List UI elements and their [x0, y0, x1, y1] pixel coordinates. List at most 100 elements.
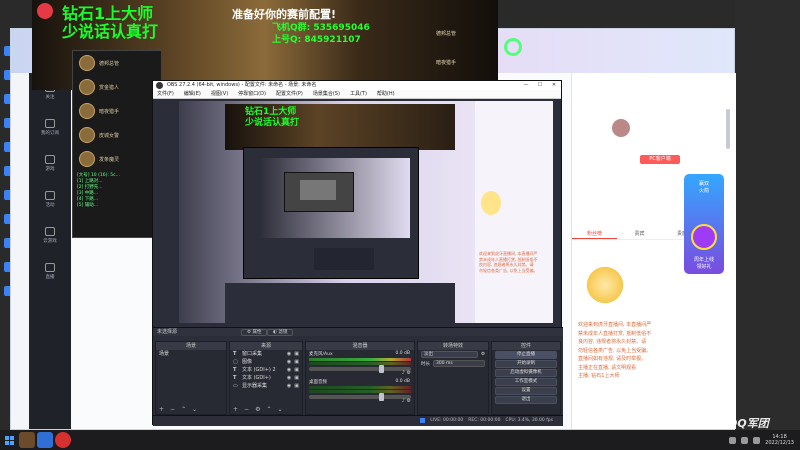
promo-banner[interactable]: 赢双 火箭 周年上线 领好礼 [684, 174, 724, 274]
volume-icon[interactable] [741, 436, 749, 444]
taskbar-app-game[interactable] [19, 432, 35, 448]
volume-slider[interactable] [309, 393, 411, 401]
champion-icon [79, 151, 95, 167]
exit-button[interactable]: 退出 [495, 396, 557, 404]
list-item[interactable]: 暗夜猎手 [73, 99, 161, 123]
preview-right-panel: 欢迎来到虎牙直播间, 本直播间严 禁未成年人直播打赏, 抵制低俗不 良内容, 违… [475, 101, 553, 323]
browser-scrollbar[interactable] [726, 109, 730, 149]
minimize-icon[interactable]: — [519, 81, 533, 90]
tab-vip[interactable]: 贵宾 [617, 229, 662, 239]
menu-scene-collection[interactable]: 场景集合(S) [313, 90, 340, 98]
lock-icon[interactable]: ▣ [294, 358, 302, 366]
list-item[interactable]: 德邦总管 [73, 51, 161, 75]
browser-sidebar: 关注 我的订阅 游戏 活动 云游戏 直播 [29, 73, 71, 429]
up-icon[interactable]: ⌃ [181, 406, 186, 413]
window-capture-icon: T [233, 351, 237, 357]
start-button[interactable] [0, 430, 18, 450]
speaker-icon[interactable]: ♪ [402, 370, 405, 376]
remove-icon[interactable]: − [170, 406, 175, 413]
scene-item[interactable]: 场景 [156, 350, 226, 358]
mixer-channel: 麦克风/Aux 0.0 dB ♪ ⚙ [309, 351, 411, 376]
chat-log: [大号] 10 (16): 5c... [1] 上路对... [2] 打野先..… [77, 173, 120, 208]
menu-profile[interactable]: 配置文件(P) [276, 90, 303, 98]
taskbar: 14:18 2022/12/13 [0, 430, 800, 450]
speaker-icon[interactable]: ♪ [402, 398, 405, 404]
eye-icon[interactable]: ◉ [287, 350, 291, 358]
sidebar-item-activity[interactable]: 活动 [29, 181, 71, 217]
preview-canvas[interactable]: 钻石1上大师 少说话认真打 欢迎来到虎牙直播间, 本直播间严 禁未成年人直播打赏… [179, 101, 553, 323]
anchor-avatar[interactable] [612, 119, 630, 137]
list-icon [45, 118, 55, 128]
mixer-channel: 桌面音频 0.0 dB ♪ ⚙ [309, 379, 411, 404]
sidebar-item-games[interactable]: 游戏 [29, 145, 71, 181]
stop-streaming-button[interactable]: 停止直播 [495, 351, 557, 359]
gear-icon[interactable]: ⚙ [407, 370, 411, 376]
menu-edit[interactable]: 编辑(E) [184, 90, 201, 98]
virtual-camera-button[interactable]: 启动虚拟摄像机 [495, 369, 557, 377]
chat-messages: 欢迎来到虎牙直播间, 本直播间严 禁未成年人直播打赏, 抵制低俗不 良内容, 违… [578, 322, 652, 379]
transition-select[interactable]: 淡出 [421, 351, 478, 358]
source-item[interactable]: ▭ 显示器采集 ◉ ▣ [230, 382, 302, 390]
watermark-logo: QQ军团 [728, 417, 769, 430]
duration-input[interactable]: 300 ms [433, 360, 485, 367]
ready-ring-icon[interactable] [504, 38, 522, 56]
settings-button[interactable]: 设置 [495, 387, 557, 395]
properties-button[interactable]: ⚙ 属性 [241, 329, 268, 336]
gear-icon[interactable]: ⚙ [481, 352, 485, 357]
maximize-icon[interactable]: ☐ [533, 81, 547, 90]
sidebar-item-cloud-game[interactable]: 云游戏 [29, 217, 71, 253]
close-icon[interactable]: ✕ [547, 81, 561, 90]
down-icon[interactable]: ⌄ [277, 406, 282, 413]
menu-view[interactable]: 视图(V) [211, 90, 228, 98]
lock-icon[interactable]: ▣ [294, 350, 302, 358]
eye-icon[interactable]: ◉ [287, 374, 291, 382]
menu-docks[interactable]: 停靠窗口(D) [238, 90, 266, 98]
status-bar: LIVE: 00:00:00 REC: 00:00:00 CPU: 3.4%, … [153, 415, 563, 424]
remove-icon[interactable]: − [244, 406, 249, 413]
sidebar-item-subs[interactable]: 我的订阅 [29, 109, 71, 145]
network-icon[interactable] [729, 436, 737, 444]
add-icon[interactable]: + [233, 406, 238, 413]
clock[interactable]: 14:18 2022/12/13 [765, 434, 794, 446]
mascot-image [481, 191, 501, 215]
eye-icon[interactable]: ◉ [287, 358, 291, 366]
taskbar-app-huya[interactable] [55, 432, 71, 448]
source-item[interactable]: T 文本 (GDI+) 2 ◉ ▣ [230, 366, 302, 374]
source-item[interactable]: ▢ 图像 ◉ ▣ [230, 358, 302, 366]
source-item[interactable]: T 窗口采集 ◉ ▣ [230, 350, 302, 358]
source-item[interactable]: T 文本 (GDI+) ◉ ▣ [230, 374, 302, 382]
menu-help[interactable]: 帮助(H) [377, 90, 395, 98]
gear-icon[interactable]: ⚙ [255, 406, 260, 413]
filters-button[interactable]: ◐ 滤镜 [267, 329, 294, 336]
source-toolbar: 未选择源 ⚙ 属性 ◐ 滤镜 [153, 327, 563, 336]
add-icon[interactable]: + [159, 406, 164, 413]
window-title: OBS 27.2.4 (64-bit, windows) - 配置文件: 未命名… [167, 82, 317, 88]
volume-slider[interactable] [309, 365, 411, 373]
obs-window: OBS 27.2.4 (64-bit, windows) - 配置文件: 未命名… [152, 80, 563, 426]
eye-icon[interactable]: ◉ [287, 382, 291, 390]
scenes-toolbar: + − ⌃ ⌄ [156, 405, 226, 414]
slider-knob[interactable] [379, 393, 384, 401]
studio-mode-button[interactable]: 工作室模式 [495, 378, 557, 386]
list-item[interactable]: 赏金猎人 [73, 75, 161, 99]
menu-tools[interactable]: 工具(T) [350, 90, 367, 98]
gear-icon[interactable]: ⚙ [407, 398, 411, 404]
taskbar-app-explorer[interactable] [37, 432, 53, 448]
lock-icon[interactable]: ▣ [294, 382, 302, 390]
eye-icon[interactable]: ◉ [287, 366, 291, 374]
menu-file[interactable]: 文件(F) [157, 90, 174, 98]
start-recording-button[interactable]: 开始录制 [495, 360, 557, 368]
list-item[interactable]: 发条魔灵 [73, 147, 161, 171]
ime-icon[interactable] [753, 436, 761, 444]
down-icon[interactable]: ⌄ [192, 406, 197, 413]
tab-fans[interactable]: 粉丝榜 [572, 229, 617, 239]
pc-client-button[interactable]: PC客户端 [640, 155, 680, 164]
lock-icon[interactable]: ▣ [294, 366, 302, 374]
slider-knob[interactable] [379, 365, 384, 373]
sidebar-item-live[interactable]: 直播 [29, 253, 71, 289]
gamepad-icon [45, 154, 55, 164]
rec-timer: REC: 00:00:00 [468, 417, 501, 423]
list-item[interactable]: 皮城女警 [73, 123, 161, 147]
lock-icon[interactable]: ▣ [294, 374, 302, 382]
up-icon[interactable]: ⌃ [266, 406, 271, 413]
